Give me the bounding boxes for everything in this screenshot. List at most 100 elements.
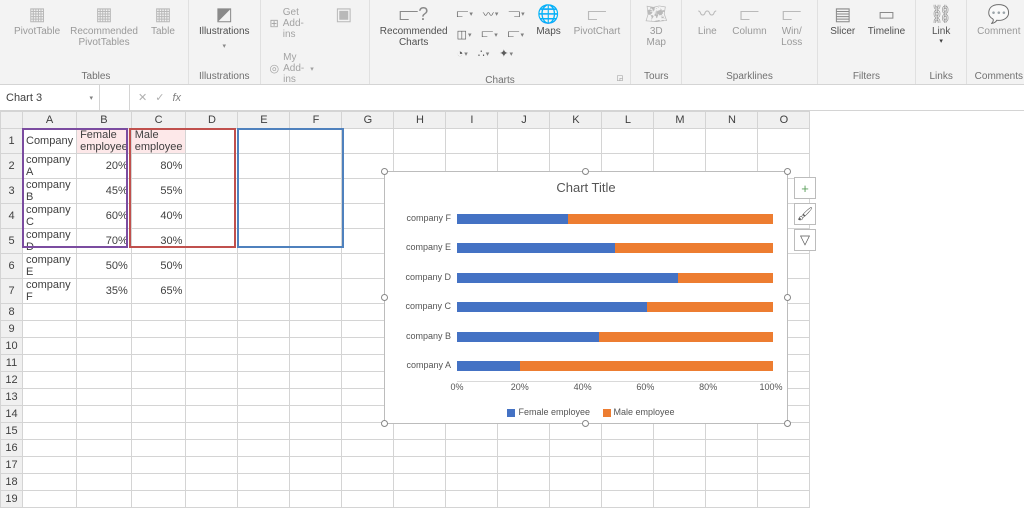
cell[interactable] xyxy=(602,129,654,154)
cell[interactable] xyxy=(342,474,394,491)
cell[interactable] xyxy=(290,406,342,423)
cell[interactable] xyxy=(758,129,810,154)
row-header[interactable]: 9 xyxy=(1,321,23,338)
chart-bar[interactable] xyxy=(457,361,773,371)
row-header[interactable]: 4 xyxy=(1,204,23,229)
cell[interactable] xyxy=(238,457,290,474)
cell[interactable] xyxy=(654,423,706,440)
pie-chart-button[interactable]: ◔▾ xyxy=(454,46,471,61)
timeline-button[interactable]: ▭Timeline xyxy=(864,2,909,39)
chart-elements-button[interactable]: + xyxy=(794,177,816,199)
bar-segment[interactable] xyxy=(457,273,678,283)
cell[interactable] xyxy=(186,440,238,457)
cell[interactable] xyxy=(550,440,602,457)
cell[interactable] xyxy=(238,372,290,389)
cell[interactable] xyxy=(23,304,77,321)
cell[interactable] xyxy=(446,491,498,508)
cell[interactable] xyxy=(394,491,446,508)
chart-bar[interactable] xyxy=(457,273,773,283)
cell[interactable] xyxy=(602,440,654,457)
radar-chart-button[interactable]: ✦▾ xyxy=(496,46,516,61)
cell[interactable] xyxy=(654,491,706,508)
link-button[interactable]: ⛓Link▾ xyxy=(922,2,960,47)
cell[interactable] xyxy=(131,372,186,389)
chart-legend[interactable]: Female employee Male employee xyxy=(385,407,787,417)
maps-button[interactable]: 🌐Maps xyxy=(530,2,568,39)
col-header[interactable]: G xyxy=(342,112,394,129)
col-header[interactable]: L xyxy=(602,112,654,129)
cell[interactable] xyxy=(706,129,758,154)
cell[interactable] xyxy=(77,457,132,474)
cell[interactable] xyxy=(706,474,758,491)
cell[interactable]: 20% xyxy=(77,154,132,179)
cell[interactable]: company F xyxy=(23,279,77,304)
cell[interactable] xyxy=(186,474,238,491)
cell[interactable] xyxy=(654,440,706,457)
my-addins-button[interactable]: ◎My Add-ins▾ xyxy=(267,51,317,85)
resize-handle[interactable] xyxy=(381,168,388,175)
cell[interactable] xyxy=(23,457,77,474)
dialog-launcher-icon[interactable]: ◲ xyxy=(617,74,624,82)
cell[interactable] xyxy=(23,338,77,355)
cell[interactable] xyxy=(290,440,342,457)
cell[interactable] xyxy=(23,440,77,457)
row-header[interactable]: 14 xyxy=(1,406,23,423)
cell[interactable]: 35% xyxy=(77,279,132,304)
cell[interactable]: 30% xyxy=(131,229,186,254)
name-box[interactable]: Chart 3▾ xyxy=(0,85,100,110)
cell[interactable]: 50% xyxy=(77,254,132,279)
sparkline-column-button[interactable]: ⫍Column xyxy=(728,2,770,39)
cell[interactable] xyxy=(342,440,394,457)
cell[interactable] xyxy=(77,355,132,372)
col-header[interactable]: A xyxy=(23,112,77,129)
cell[interactable]: 60% xyxy=(77,204,132,229)
comment-button[interactable]: 💬Comment xyxy=(973,2,1024,39)
cell[interactable] xyxy=(290,355,342,372)
cell[interactable] xyxy=(186,491,238,508)
bar-segment[interactable] xyxy=(457,302,647,312)
cell[interactable] xyxy=(186,254,238,279)
scatter-chart-button[interactable]: ∴▾ xyxy=(475,46,493,61)
cell[interactable] xyxy=(23,355,77,372)
bar-segment[interactable] xyxy=(647,302,773,312)
row-header[interactable]: 11 xyxy=(1,355,23,372)
cell[interactable] xyxy=(77,423,132,440)
cell[interactable]: company B xyxy=(23,179,77,204)
cell[interactable] xyxy=(394,129,446,154)
cell[interactable] xyxy=(290,129,342,154)
row-header[interactable]: 5 xyxy=(1,229,23,254)
cell[interactable] xyxy=(238,179,290,204)
bing-maps-button[interactable]: ▣ xyxy=(325,2,363,26)
cell[interactable] xyxy=(77,304,132,321)
cell[interactable] xyxy=(238,338,290,355)
cell[interactable] xyxy=(77,389,132,406)
resize-handle[interactable] xyxy=(381,420,388,427)
cell[interactable] xyxy=(23,491,77,508)
cell[interactable] xyxy=(186,406,238,423)
cell[interactable] xyxy=(550,129,602,154)
bar-segment[interactable] xyxy=(457,361,520,371)
cell[interactable] xyxy=(186,389,238,406)
col-header[interactable]: J xyxy=(498,112,550,129)
row-header[interactable]: 8 xyxy=(1,304,23,321)
cell[interactable]: 55% xyxy=(131,179,186,204)
cell[interactable]: company D xyxy=(23,229,77,254)
col-header[interactable]: H xyxy=(394,112,446,129)
cell[interactable] xyxy=(238,389,290,406)
row-header[interactable]: 16 xyxy=(1,440,23,457)
worksheet-grid[interactable]: ABCDEFGHIJKLMNO1CompanyFemale employeeMa… xyxy=(0,111,1024,512)
cell[interactable] xyxy=(186,304,238,321)
cell[interactable] xyxy=(446,423,498,440)
cell[interactable] xyxy=(290,372,342,389)
sparkline-line-button[interactable]: 〰Line xyxy=(688,2,726,39)
cell[interactable] xyxy=(238,154,290,179)
cell[interactable] xyxy=(186,204,238,229)
cell[interactable] xyxy=(290,389,342,406)
cell[interactable] xyxy=(446,474,498,491)
cell[interactable] xyxy=(758,491,810,508)
cell[interactable] xyxy=(131,304,186,321)
bar-segment[interactable] xyxy=(520,361,773,371)
col-header[interactable]: B xyxy=(77,112,132,129)
statistic-chart-button[interactable]: ⫍▾ xyxy=(479,27,501,42)
chart-styles-button[interactable]: 🖌 xyxy=(794,203,816,225)
